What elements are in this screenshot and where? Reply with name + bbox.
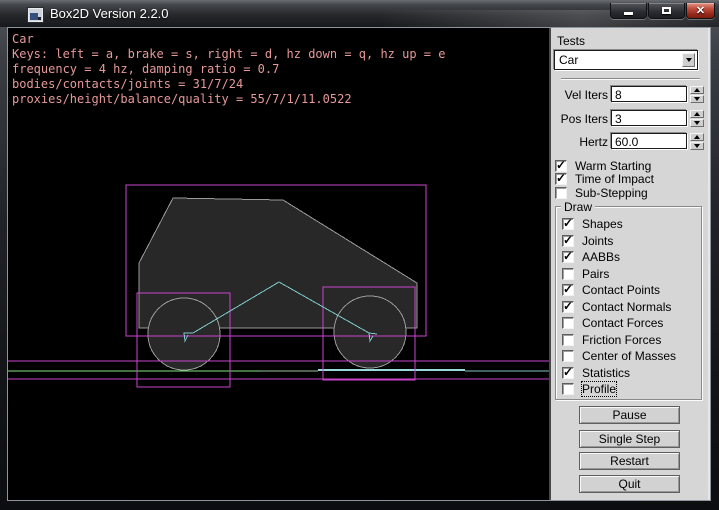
aabbs-row[interactable]: AABBs [562,250,620,263]
aabbs-label: AABBs [582,250,620,264]
time-of-impact-checkbox[interactable] [555,173,567,185]
contact-points-checkbox[interactable] [562,284,574,296]
minimize-icon [624,12,633,15]
spinner-down-icon[interactable] [690,119,704,127]
control-panel: Tests Car Vel Iters 8 Pos Iters 3 He [549,28,710,500]
contact-normals-label: Contact Normals [582,300,671,314]
pos-iters-input[interactable]: 3 [611,110,687,126]
shapes-label: Shapes [582,217,623,231]
restart-button[interactable]: Restart [579,452,680,470]
pairs-checkbox[interactable] [562,268,574,280]
statistics-row[interactable]: Statistics [562,366,630,379]
quit-button[interactable]: Quit [579,475,680,493]
hertz-label: Hertz [551,135,608,149]
center-of-masses-checkbox[interactable] [562,350,574,362]
app-icon [28,8,43,22]
profile-row[interactable]: Profile [562,382,616,395]
window-title: Box2D Version 2.2.0 [50,6,169,21]
sub-stepping-row[interactable]: Sub-Stepping [555,186,648,199]
test-select[interactable]: Car [554,50,698,70]
hertz-spinner[interactable] [690,133,704,150]
center-of-masses-row[interactable]: Center of Masses [562,349,676,362]
profile-checkbox[interactable] [562,383,574,395]
contact-points-row[interactable]: Contact Points [562,283,660,296]
vel-iters-spinner[interactable] [690,86,704,103]
pairs-row[interactable]: Pairs [562,267,609,280]
close-icon: ✕ [696,4,705,17]
contact-forces-row[interactable]: Contact Forces [562,316,663,329]
statistics-label: Statistics [582,366,630,380]
friction-forces-checkbox[interactable] [562,334,574,346]
aabbs-checkbox[interactable] [562,251,574,263]
contact-normals-row[interactable]: Contact Normals [562,300,671,313]
close-button[interactable]: ✕ [686,3,715,19]
separator [561,78,700,80]
spinner-down-icon[interactable] [690,95,704,103]
test-select-value: Car [559,53,578,67]
pos-iters-label: Pos Iters [551,112,608,126]
joints-label: Joints [582,234,613,248]
vel-iters-label: Vel Iters [551,88,608,102]
vel-iters-input[interactable]: 8 [611,86,687,102]
joints-row[interactable]: Joints [562,234,613,247]
contact-normals-checkbox[interactable] [562,301,574,313]
spinner-up-icon[interactable] [690,86,704,94]
spinner-up-icon[interactable] [690,110,704,118]
contact-forces-label: Contact Forces [582,316,663,330]
minimize-button[interactable] [610,3,647,19]
title-bar[interactable]: Box2D Version 2.2.0 ✕ [0,0,719,27]
sub-stepping-checkbox[interactable] [555,187,567,199]
statistics-checkbox[interactable] [562,367,574,379]
pause-button[interactable]: Pause [579,406,680,424]
pairs-label: Pairs [582,267,609,281]
sub-stepping-label: Sub-Stepping [575,186,648,200]
center-of-masses-label: Center of Masses [582,349,676,363]
client-area: Car Keys: left = a, brake = s, right = d… [7,27,711,501]
spinner-down-icon[interactable] [690,142,704,150]
single-step-button[interactable]: Single Step [579,430,680,448]
maximize-button[interactable] [648,3,685,19]
physics-scene [8,28,549,500]
pos-iters-spinner[interactable] [690,110,704,127]
time-of-impact-label: Time of Impact [575,172,654,186]
draw-group-label: Draw [561,200,595,214]
chevron-down-icon [686,58,692,62]
simulation-canvas[interactable]: Car Keys: left = a, brake = s, right = d… [8,28,549,500]
app-window: Box2D Version 2.2.0 ✕ Car Keys: left = a… [0,0,719,510]
contact-points-label: Contact Points [582,283,660,297]
friction-forces-row[interactable]: Friction Forces [562,333,661,346]
profile-label: Profile [582,382,616,396]
shapes-row[interactable]: Shapes [562,217,623,230]
shapes-checkbox[interactable] [562,218,574,230]
test-select-dropdown-button[interactable] [682,53,695,67]
warm-starting-row[interactable]: Warm Starting [555,159,651,172]
contact-forces-checkbox[interactable] [562,317,574,329]
tests-label: Tests [557,34,585,48]
maximize-icon [662,7,671,14]
time-of-impact-row[interactable]: Time of Impact [555,172,654,185]
spinner-up-icon[interactable] [690,133,704,141]
hertz-input[interactable]: 60.0 [611,133,687,149]
front-wheel [334,296,406,368]
warm-starting-label: Warm Starting [575,159,651,173]
friction-forces-label: Friction Forces [582,333,661,347]
joints-checkbox[interactable] [562,235,574,247]
